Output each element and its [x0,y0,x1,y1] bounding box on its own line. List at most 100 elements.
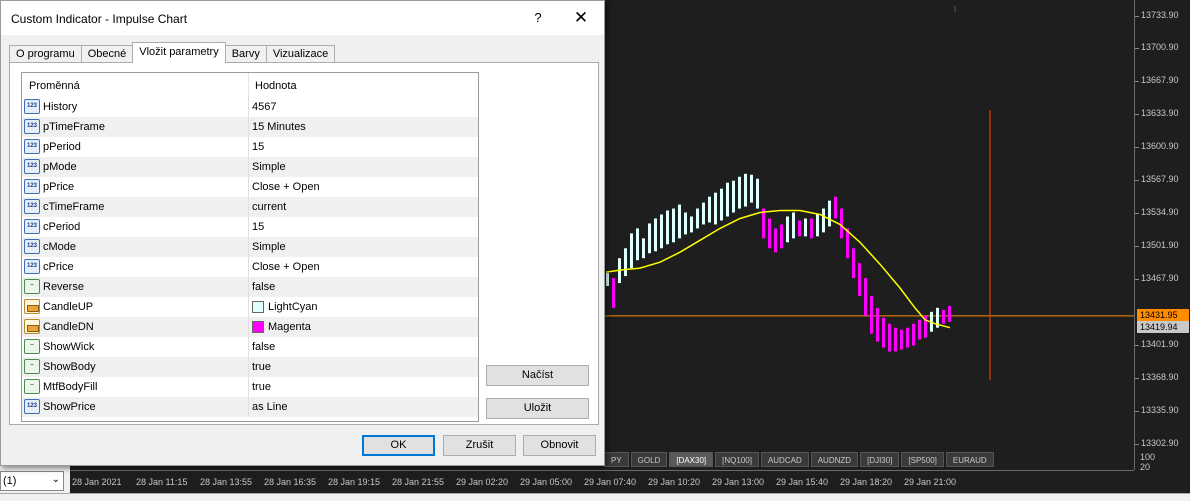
variable-name: CandleUP [43,301,94,313]
cancel-button[interactable]: Zrušit [443,435,516,456]
variable-cell: 123 pMode [22,157,249,177]
candle-up [804,218,807,237]
variable-value[interactable]: false [252,281,275,293]
table-row[interactable]: 123 cPrice Close + Open [22,257,478,277]
moving-average-line [605,209,951,329]
variable-value[interactable]: 15 [252,141,264,153]
variable-cell: 123 pTimeFrame [22,117,249,137]
variable-cell: ~ MtfBodyFill [22,377,249,397]
candle-up [696,208,699,229]
price-label: 13368.90 [1141,372,1179,382]
int-type-icon: 123 [24,399,40,414]
color-swatch[interactable] [252,301,264,313]
table-row[interactable]: CandleDN Magenta [22,317,478,337]
price-label: 13467.90 [1141,273,1179,283]
int-type-icon: 123 [24,179,40,194]
price-tick [1135,16,1139,17]
price-tick [1135,444,1139,445]
symbol-tab[interactable]: GOLD [630,452,668,467]
time-label: 29 Jan 18:20 [840,477,893,487]
symbol-tab[interactable]: PY [604,452,629,467]
variable-value[interactable]: true [252,361,271,373]
tab-general[interactable]: Obecné [80,45,134,63]
dialog-titlebar[interactable]: Custom Indicator - Impulse Chart ? ✕ [1,1,604,35]
table-row[interactable]: ~ Reverse false [22,277,478,297]
variable-value[interactable]: 15 [252,221,264,233]
tab-visualization[interactable]: Vizualizace [265,45,336,63]
table-row[interactable]: 123 pTimeFrame 15 Minutes [22,117,478,137]
column-header-value[interactable]: Hodnota [255,80,297,92]
table-row[interactable]: ~ ShowWick false [22,337,478,357]
close-button[interactable]: ✕ [566,5,596,31]
save-button[interactable]: Uložit [486,398,589,419]
variable-value[interactable]: 4567 [252,101,276,113]
bool-type-icon: ~ [24,339,40,354]
variable-name: cPeriod [43,221,81,233]
price-label: 13401.90 [1141,339,1179,349]
price-label: 13534.90 [1141,207,1179,217]
symbol-tab[interactable]: [NQ100] [715,452,759,467]
table-row[interactable]: 123 cTimeFrame current [22,197,478,217]
table-row[interactable]: 123 History 4567 [22,97,478,117]
ok-button[interactable]: OK [362,435,435,456]
variable-value[interactable]: Simple [252,161,286,173]
variable-name: ShowWick [43,341,95,353]
status-strip [0,493,1190,501]
variable-value[interactable]: Close + Open [252,181,320,193]
candle-down [762,208,765,239]
candle-up [636,228,639,261]
variable-cell: 123 cTimeFrame [22,197,249,217]
tab-colors[interactable]: Barvy [224,45,267,63]
variable-value[interactable]: 15 Minutes [252,121,306,133]
candle-down [852,248,855,279]
symbol-tab[interactable]: [DJI30] [860,452,900,467]
variable-value[interactable]: Close + Open [252,261,320,273]
variable-cell: 123 History [22,97,249,117]
column-header-variable[interactable]: Proměnná [29,80,80,92]
column-separator[interactable] [248,73,249,97]
table-row[interactable]: 123 cPeriod 15 [22,217,478,237]
variable-value[interactable]: Simple [252,241,286,253]
table-row[interactable]: 123 pPeriod 15 [22,137,478,157]
symbol-tab[interactable]: EURAUD [945,452,994,467]
dialog-title: Custom Indicator - Impulse Chart [11,12,188,26]
candle-down [870,295,873,334]
variable-name: cPrice [43,261,74,273]
candle-down [858,263,861,296]
chevron-down-icon[interactable]: ⌄ [52,474,60,485]
variable-value[interactable]: LightCyan [268,301,318,313]
variable-value[interactable]: as Line [252,401,287,413]
candle-up [624,248,627,277]
symbol-tab[interactable]: AUDCAD [760,452,809,467]
table-row[interactable]: 123 pPrice Close + Open [22,177,478,197]
candle-up [648,223,651,254]
time-label: 29 Jan 05:00 [520,477,573,487]
tab-inputs[interactable]: Vložit parametry [132,42,226,63]
variable-value[interactable]: Magenta [268,321,311,333]
table-row[interactable]: 123 pMode Simple [22,157,478,177]
variable-cell: 123 ShowPrice [22,397,249,417]
variable-value[interactable]: true [252,381,271,393]
reset-button[interactable]: Obnovit [523,435,596,456]
left-combo[interactable]: (1) ⌄ [0,471,64,491]
table-row[interactable]: CandleUP LightCyan [22,297,478,317]
table-row[interactable]: ~ MtfBodyFill true [22,377,478,397]
pane-scale-top: 100 [1140,452,1156,462]
variable-value[interactable]: false [252,341,275,353]
tab-about[interactable]: O programu [9,45,82,63]
time-label: 29 Jan 13:00 [712,477,765,487]
table-row[interactable]: 123 cMode Simple [22,237,478,257]
symbol-tab[interactable]: AUDNZD [810,452,859,467]
candle-up [678,204,681,239]
variable-value[interactable]: current [252,201,286,213]
candle-down [894,327,897,352]
symbol-tab[interactable]: [DAX30] [669,452,714,467]
symbol-tab[interactable]: [SP500] [901,452,944,467]
price-label: 13633.90 [1141,108,1179,118]
table-row[interactable]: 123 ShowPrice as Line [22,397,478,417]
color-swatch[interactable] [252,321,264,333]
candle-down [612,278,615,308]
load-button[interactable]: Načíst [486,365,589,386]
table-row[interactable]: ~ ShowBody true [22,357,478,377]
help-button[interactable]: ? [525,5,551,31]
